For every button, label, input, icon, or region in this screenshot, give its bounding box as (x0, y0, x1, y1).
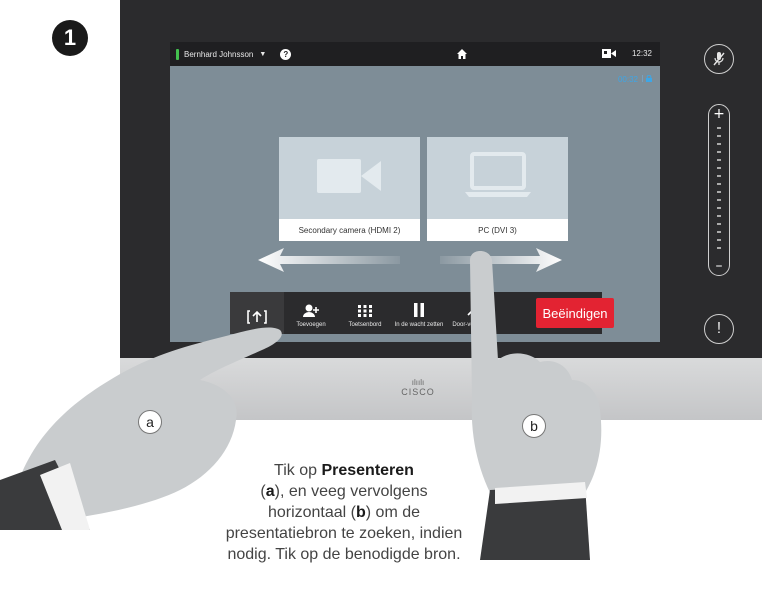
present-term: Presenteren (321, 462, 414, 479)
marker-b: b (522, 414, 546, 438)
laptop-icon (427, 137, 568, 213)
alert-button[interactable]: ! (704, 314, 734, 344)
source-pc[interactable]: PC (DVI 3) (427, 137, 568, 241)
mute-microphone-button[interactable] (704, 44, 734, 74)
clock: 12:32 (631, 49, 652, 58)
mute-microphone-icon (713, 52, 725, 66)
keypad-icon (358, 305, 372, 317)
help-icon[interactable]: ? (280, 48, 292, 60)
lock-icon (642, 74, 652, 82)
volume-slider[interactable]: + – (708, 104, 730, 276)
source-label: Secondary camera (HDMI 2) (279, 219, 420, 241)
chevron-down-icon[interactable]: ▼ (259, 51, 266, 58)
self-view-camera-icon[interactable] (602, 49, 616, 58)
source-secondary-camera[interactable]: Secondary camera (HDMI 2) (279, 137, 420, 241)
volume-down-icon[interactable]: – (709, 259, 729, 273)
cisco-logo: ılıılı CISCO (401, 378, 435, 397)
add-user-icon (303, 304, 319, 317)
exclamation-icon: ! (716, 320, 722, 337)
keypad-button[interactable]: Toetsenbord (338, 292, 392, 334)
status-bar: Bernhard Johnsson ▼ ? 12:32 (170, 42, 660, 66)
marker-a: a (138, 410, 162, 434)
volume-up-icon[interactable]: + (709, 107, 729, 121)
presence-indicator (176, 48, 179, 60)
source-label: PC (DVI 3) (427, 219, 568, 241)
pause-icon (414, 303, 424, 317)
step-number-badge: 1 (52, 20, 88, 56)
instruction-caption: Tik op Presenteren (a), en veeg vervolge… (225, 462, 463, 563)
video-camera-icon (279, 137, 420, 213)
call-timer: 00:32 (618, 74, 652, 84)
user-name[interactable]: Bernhard Johnsson (184, 50, 253, 59)
hold-button[interactable]: In de wacht zetten (392, 292, 446, 334)
home-icon[interactable] (456, 48, 468, 60)
